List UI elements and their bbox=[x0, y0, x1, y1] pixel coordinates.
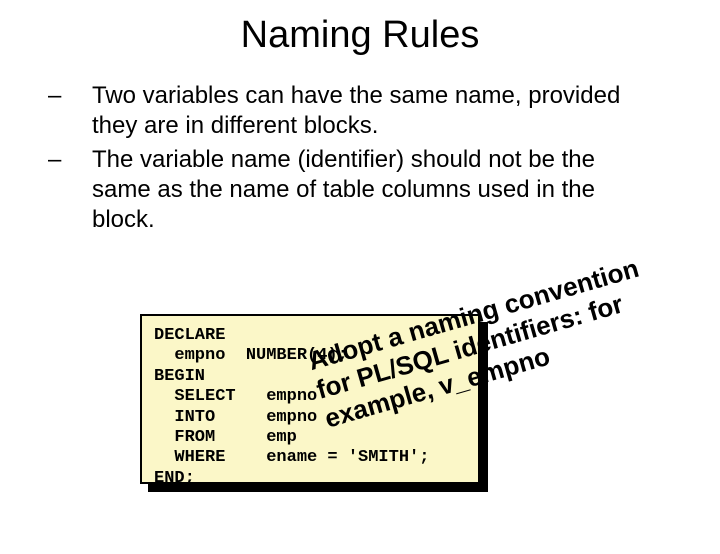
bullet-text: The variable name (identifier) should no… bbox=[92, 146, 595, 233]
bullet-list: –Two variables can have the same name, p… bbox=[70, 81, 650, 235]
slide: Naming Rules –Two variables can have the… bbox=[0, 14, 720, 554]
bullet-item: –Two variables can have the same name, p… bbox=[70, 81, 650, 141]
code-block: DECLARE empno NUMBER(4); BEGIN SELECT em… bbox=[140, 314, 480, 484]
bullet-text: Two variables can have the same name, pr… bbox=[92, 82, 620, 139]
code-block-wrap: DECLARE empno NUMBER(4); BEGIN SELECT em… bbox=[140, 314, 480, 484]
slide-title: Naming Rules bbox=[0, 14, 720, 57]
bullet-item: –The variable name (identifier) should n… bbox=[70, 145, 650, 235]
